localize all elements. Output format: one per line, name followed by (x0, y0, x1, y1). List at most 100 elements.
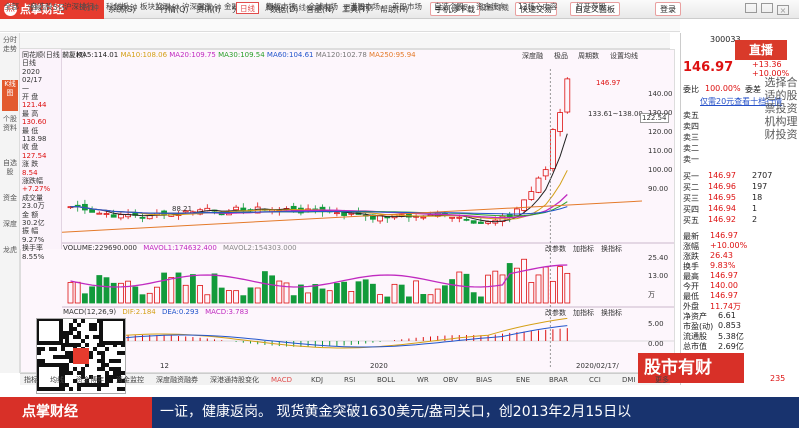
timeframe-tab[interactable]: 月线 (288, 2, 309, 14)
volume-bar (557, 266, 564, 304)
indicator-tab[interactable]: OBV (443, 374, 458, 386)
rail-item[interactable]: 个股资料 (2, 115, 18, 155)
rail-item[interactable]: K线图 (2, 80, 18, 111)
timeframe-tab[interactable]: 5分钟 (76, 2, 102, 14)
volume-bar (477, 296, 484, 304)
macd-tool[interactable]: 换指标 (601, 308, 622, 318)
volume-bar (74, 281, 81, 304)
brand-logo: 股市有财 (638, 353, 744, 383)
stat-value: 146.97 (710, 271, 738, 280)
buy-level-price: 146.95 (708, 193, 736, 202)
indicator-tab[interactable]: RSI (344, 374, 355, 386)
nav-item[interactable]: 美股市场 (392, 0, 422, 13)
indicator-tab[interactable]: WR (417, 374, 429, 386)
stat-value: +10.00% (710, 241, 748, 250)
price-axis-label: 140.00 (648, 90, 673, 98)
info-field: 振 幅 (22, 227, 39, 236)
chart-tool[interactable]: 周期数 (578, 51, 599, 61)
indicator-tab[interactable]: 均线 (50, 374, 64, 386)
timeframe-tab[interactable]: 周线 (262, 2, 283, 14)
volume-bar (326, 290, 333, 304)
qr-module (65, 371, 69, 375)
timeframe-tab[interactable]: 设置均线 (476, 2, 512, 14)
qr-module (65, 383, 69, 387)
info-field: 一 (22, 84, 29, 93)
qr-module (73, 327, 77, 331)
macd-header: MACD(12,26,9) DIF:2.184 DEA:0.293 MACD:3… (63, 308, 249, 316)
rail-item[interactable]: 深度 (2, 220, 18, 242)
qr-module (41, 359, 45, 363)
stat-value: 26.43 (710, 251, 733, 260)
indicator-tab[interactable]: BIAS (476, 374, 492, 386)
indicator-tab[interactable]: DMI (622, 374, 636, 386)
indicator-tab[interactable]: KDJ (311, 374, 323, 386)
indicator-tab[interactable]: 资金博弈 (76, 374, 104, 386)
volume-bar (161, 272, 167, 304)
candle-body (146, 215, 153, 220)
volume-bar (96, 275, 103, 304)
qr-module (65, 355, 69, 359)
window-controls[interactable]: × (695, 3, 795, 15)
nav-item[interactable]: 12核心内容 (518, 0, 558, 13)
volume-bar (542, 266, 549, 304)
indicator-tab[interactable]: 深度融资融券 (156, 374, 198, 386)
volume-bar (261, 271, 268, 304)
nav-item[interactable]: 全部 (4, 0, 19, 13)
candle-body (470, 220, 477, 224)
indicator-tab[interactable]: CCI (589, 374, 601, 386)
indicator-tab[interactable]: BOLL (377, 374, 395, 386)
chart-tool[interactable]: 深度融 (522, 51, 543, 61)
nav-item[interactable]: 打开荐股 (576, 0, 606, 13)
candle-body (377, 215, 384, 222)
timeframe-tab[interactable]: 5日 (50, 2, 68, 14)
timeframe-tab[interactable]: 30分钟 (152, 2, 183, 14)
timeframe-tab[interactable]: 60分钟 (194, 2, 225, 14)
indicator-tab[interactable]: 更多 (655, 374, 669, 386)
chart-tool[interactable]: 设置均线 (610, 51, 638, 61)
timeframe-tab[interactable]: 日线 (236, 2, 259, 14)
candle-body (535, 177, 542, 193)
chart-tool[interactable]: 极品 (554, 51, 568, 61)
rail-item[interactable]: 资金 (2, 194, 18, 216)
indicator-tab[interactable]: ENE (516, 374, 530, 386)
date-axis-label: 12 (160, 362, 169, 370)
indicator-tab[interactable]: 资金监控 (116, 374, 144, 386)
vol-axis-label: 万 (648, 291, 655, 299)
indicator-tab[interactable]: MACD (271, 374, 292, 386)
range-label: 133.61~138.00 (588, 110, 643, 118)
indicator-tab[interactable]: BRAR (549, 374, 568, 386)
sell-level: 卖二 (683, 144, 699, 153)
qr-module (97, 367, 101, 371)
volume-tool[interactable]: 改参数 (545, 244, 566, 254)
rail-item[interactable]: 分时走势 (2, 36, 18, 76)
candle-body (521, 199, 528, 211)
volume-bar (333, 283, 340, 304)
volume-tool[interactable]: 加指标 (573, 244, 594, 254)
timeframe-tab[interactable]: 季线 (314, 2, 335, 14)
timeframe-tab[interactable]: 分时 (24, 2, 45, 14)
timeframe-tab[interactable]: 更多周期 (340, 2, 376, 14)
candle-body (103, 213, 110, 215)
macd-tool[interactable]: 改参数 (545, 308, 566, 318)
volume-bar (362, 279, 369, 304)
macd-axis-label: 0.00 (648, 340, 664, 348)
extra-value: 2.69亿 (718, 342, 744, 351)
rail-item[interactable]: 龙虎 (2, 246, 18, 268)
rail-item[interactable]: 自选股 (2, 159, 18, 190)
volume-bar (427, 294, 434, 304)
timeframe-tab[interactable]: 15分钟 (110, 2, 141, 14)
live-badge[interactable]: 直播 (735, 40, 787, 60)
macd-tool[interactable]: 加指标 (573, 308, 594, 318)
indicator-tab[interactable]: 深港通持股变化 (210, 374, 259, 386)
volume-bar (319, 288, 326, 304)
info-field: 9.27% (22, 235, 45, 244)
volume-tool[interactable]: 换指标 (601, 244, 622, 254)
buy-level-price: 146.97 (708, 171, 736, 180)
volume-bar (305, 292, 312, 304)
indicator-tab[interactable]: 指标 (24, 374, 38, 386)
timeframe-tab[interactable]: 复权 (450, 2, 471, 14)
login-button[interactable]: 登录 (655, 2, 681, 16)
kline-chart[interactable] (62, 49, 674, 373)
candle-body (139, 216, 146, 219)
qr-module (77, 343, 81, 347)
